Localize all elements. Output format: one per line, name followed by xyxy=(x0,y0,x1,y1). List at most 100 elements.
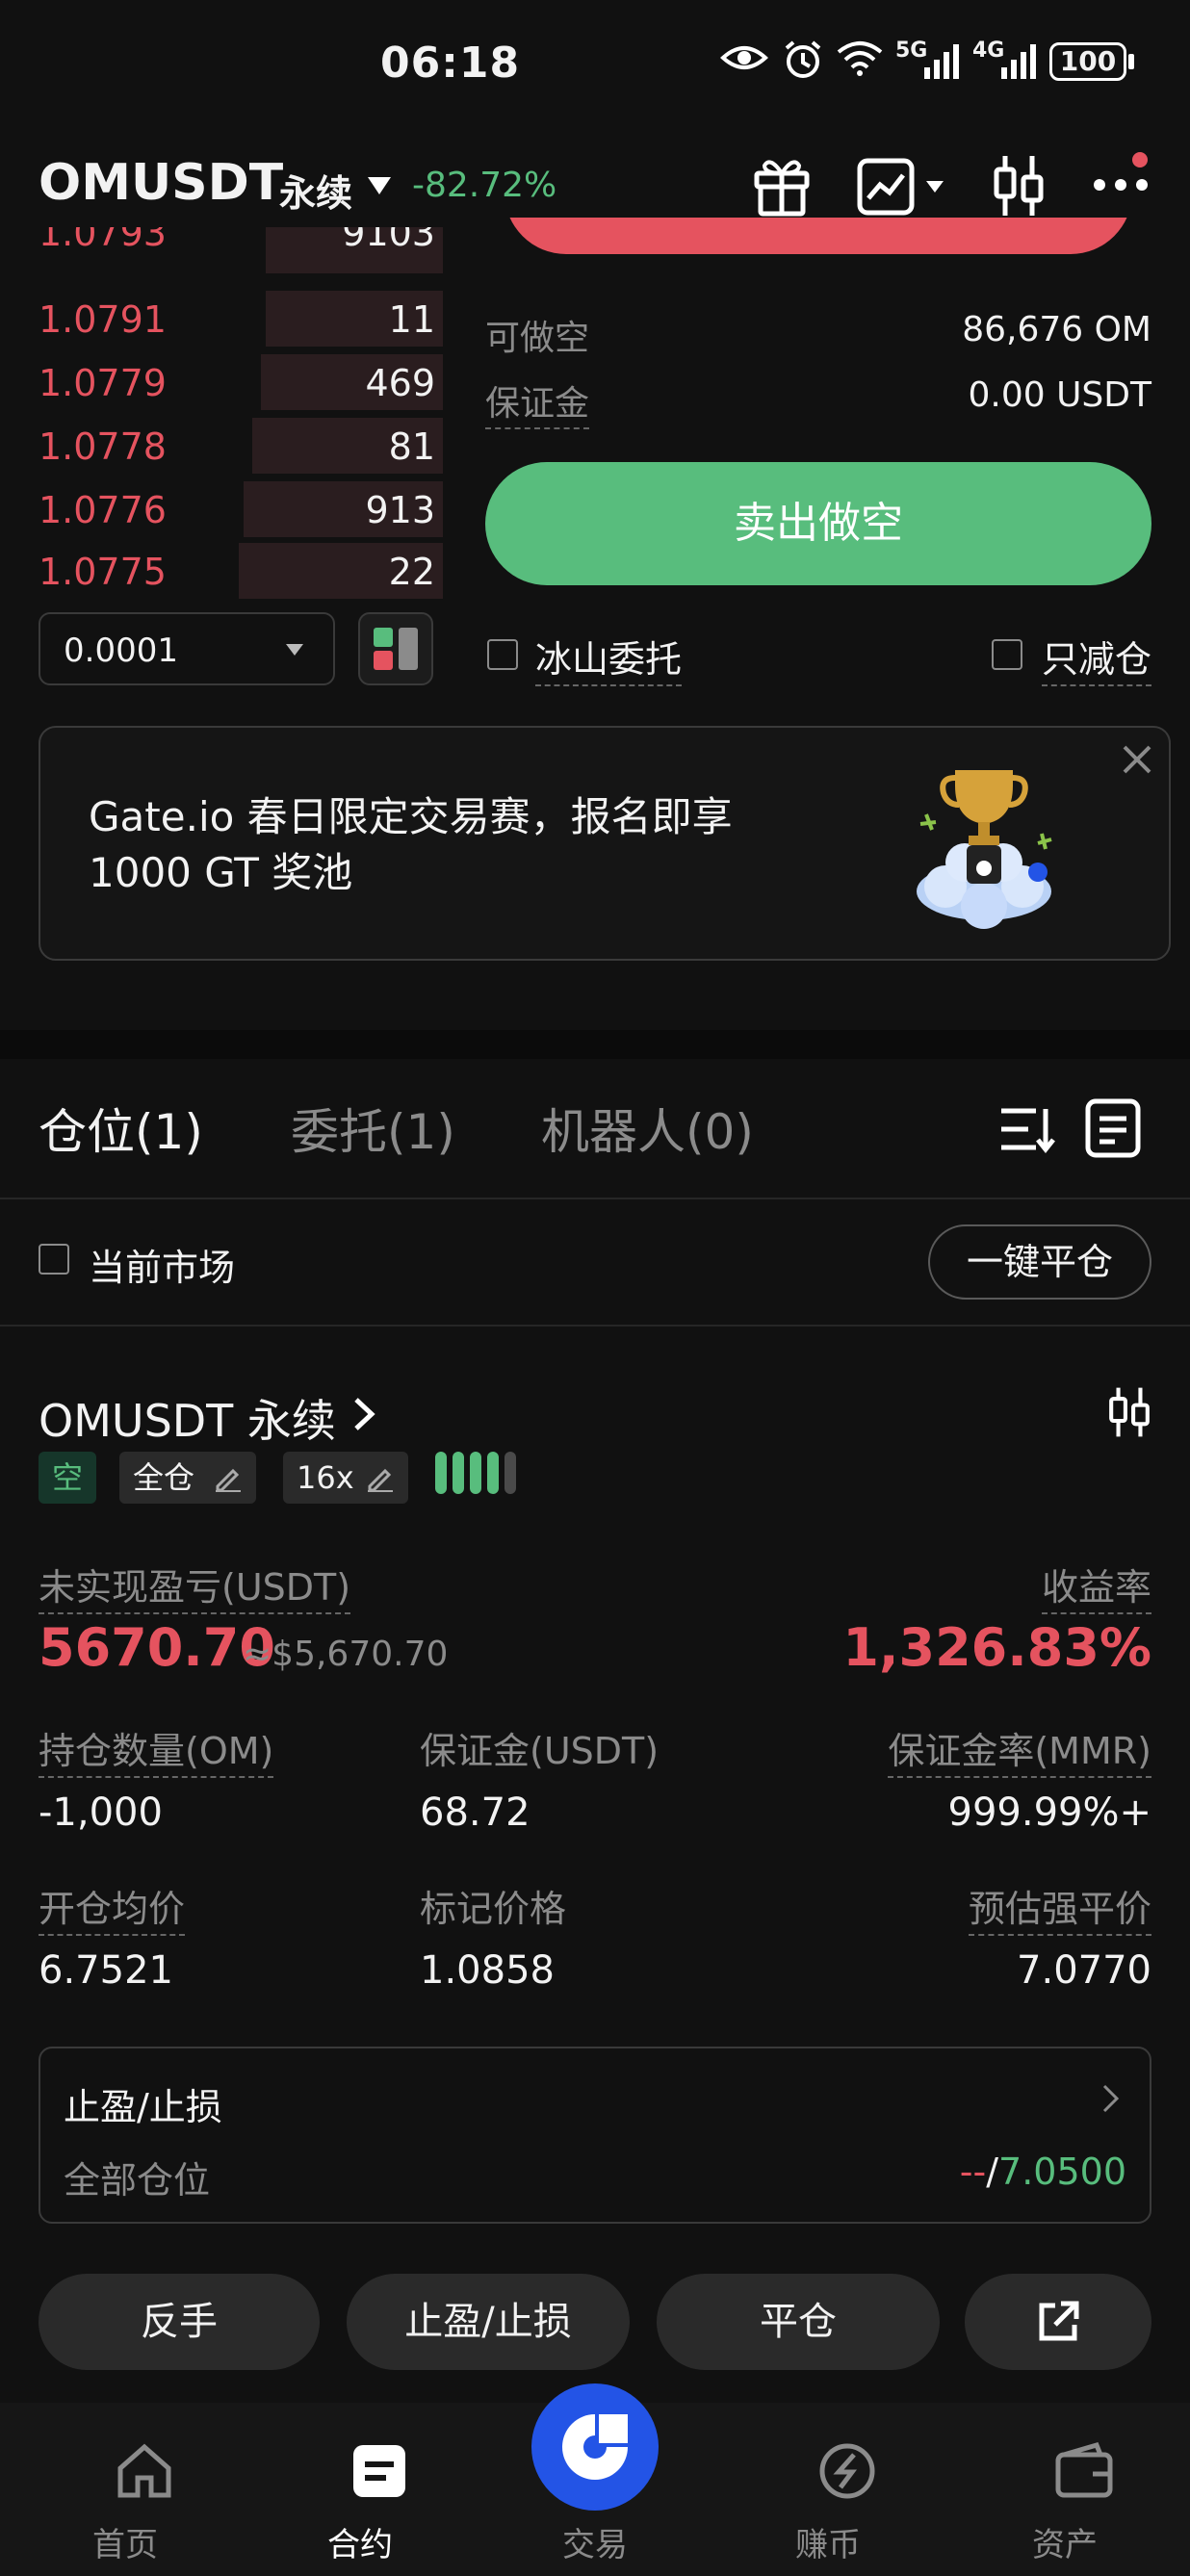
margin-mode-badge[interactable]: 全仓 xyxy=(119,1452,256,1504)
position-title[interactable]: OMUSDT 永续 xyxy=(39,1386,336,1450)
risk-level-bar xyxy=(487,1452,499,1494)
entry-price-value: 6.7521 xyxy=(39,1948,173,1993)
section-divider xyxy=(0,1030,1190,1059)
ask-price: 1.0791 xyxy=(39,298,167,341)
can-short-value: 86,676 OM xyxy=(962,310,1151,349)
price-change: -82.72% xyxy=(412,166,557,205)
ask-qty: 9103 xyxy=(342,227,435,254)
caret-down-icon[interactable] xyxy=(366,175,393,196)
reduce-only-checkbox[interactable] xyxy=(992,639,1022,670)
ask-price: 1.0779 xyxy=(39,362,167,404)
ask-price: 1.0775 xyxy=(39,551,167,593)
chevron-right-icon[interactable] xyxy=(352,1396,377,1432)
tab-orders[interactable]: 委托(1) xyxy=(291,1094,455,1163)
margin-mode-label: 全仓 xyxy=(133,1459,195,1496)
close-all-button[interactable]: 一键平仓 xyxy=(928,1224,1151,1300)
liq-price-value: 7.0770 xyxy=(1017,1948,1151,1993)
orderbook-row[interactable]: 1.0775 22 xyxy=(0,539,443,603)
edit-icon xyxy=(366,1463,395,1492)
promo-banner[interactable]: Gate.io 春日限定交易赛，报名即享 1000 GT 奖池 xyxy=(39,726,1171,961)
tpsl-sep: / xyxy=(986,2151,999,2193)
risk-level-bar xyxy=(435,1452,447,1494)
precision-value: 0.0001 xyxy=(64,631,178,670)
tpsl-sl: 7.0500 xyxy=(998,2151,1126,2193)
can-short-label: 可做空 xyxy=(485,319,590,358)
nav-assets[interactable]: 资产 xyxy=(997,2441,1132,2564)
eye-icon xyxy=(720,39,768,77)
tab-positions[interactable]: 仓位(1) xyxy=(39,1094,203,1163)
leverage-badge[interactable]: 16x xyxy=(283,1452,408,1504)
earn-icon xyxy=(819,2443,874,2499)
nav-assets-label: 资产 xyxy=(1032,2526,1098,2564)
tpsl-button[interactable]: 止盈/止损 xyxy=(347,2274,630,2370)
orderbook-row[interactable]: 1.0776 913 xyxy=(0,477,443,541)
nav-trade[interactable] xyxy=(531,2383,659,2511)
share-button[interactable] xyxy=(965,2274,1151,2370)
short-button-edge xyxy=(485,218,1151,266)
nav-home-label: 首页 xyxy=(92,2526,158,2564)
filter-divider xyxy=(0,1325,1190,1327)
nav-futures-label: 合约 xyxy=(327,2526,393,2564)
orderbook-row[interactable]: 1.0778 81 xyxy=(0,414,443,477)
reverse-button[interactable]: 反手 xyxy=(39,2274,320,2370)
ask-price: 1.0778 xyxy=(39,425,167,468)
current-market-label[interactable]: 当前市场 xyxy=(89,1238,235,1291)
iceberg-checkbox[interactable] xyxy=(487,639,518,670)
orderbook-row[interactable]: 1.0779 469 xyxy=(0,350,443,414)
risk-level-bar xyxy=(504,1452,516,1494)
alarm-icon xyxy=(782,39,824,81)
size-value: -1,000 xyxy=(39,1790,163,1835)
ask-price: 1.0793 xyxy=(39,227,167,254)
tpsl-tp: -- xyxy=(959,2151,987,2193)
nav-home[interactable]: 首页 xyxy=(58,2441,193,2564)
position-margin-label: 保证金(USDT) xyxy=(420,1730,660,1772)
sell-short-button[interactable]: 卖出做空 xyxy=(485,462,1151,585)
nav-futures[interactable]: 合约 xyxy=(293,2441,427,2564)
tabs-divider xyxy=(0,1198,1190,1199)
ask-qty: 11 xyxy=(388,298,435,341)
reduce-only-label[interactable]: 只减仓 xyxy=(1042,630,1152,686)
ask-qty: 81 xyxy=(388,425,435,468)
more-menu-icon[interactable] xyxy=(1092,175,1150,194)
risk-level-bar xyxy=(470,1452,481,1494)
edit-icon xyxy=(214,1463,243,1492)
orderbook-row[interactable]: 1.0791 11 xyxy=(0,287,443,350)
current-market-checkbox[interactable] xyxy=(39,1244,69,1275)
banner-line-1: Gate.io 春日限定交易赛，报名即享 xyxy=(89,793,733,840)
tpsl-values: --/7.0500 xyxy=(960,2151,1126,2193)
orderbook-row[interactable]: 1.0793 9103 xyxy=(0,227,443,275)
notification-dot xyxy=(1132,152,1148,167)
roe-label: 收益率 xyxy=(1041,1558,1151,1614)
ask-price: 1.0776 xyxy=(39,489,167,531)
nav-earn[interactable]: 赚币 xyxy=(761,2441,895,2564)
ask-qty: 913 xyxy=(365,489,435,531)
contract-type[interactable]: 永续 xyxy=(279,164,352,217)
unrealized-pnl-value: 5670.70 xyxy=(39,1617,275,1678)
history-icon[interactable] xyxy=(1084,1097,1142,1159)
liq-price-label: 预估强平价 xyxy=(968,1879,1151,1936)
tab-bots[interactable]: 机器人(0) xyxy=(541,1094,754,1163)
status-time: 06:18 xyxy=(380,39,521,88)
ask-qty: 22 xyxy=(388,551,435,593)
precision-select[interactable]: 0.0001 xyxy=(39,612,335,685)
banner-text: Gate.io 春日限定交易赛，报名即享 1000 GT 奖池 xyxy=(89,789,859,901)
mmr-label: 保证金率(MMR) xyxy=(888,1721,1151,1778)
sort-icon[interactable] xyxy=(997,1103,1055,1155)
book-layout-button[interactable] xyxy=(358,612,433,685)
close-position-button[interactable]: 平仓 xyxy=(657,2274,940,2370)
gift-icon[interactable] xyxy=(751,154,813,218)
wallet-icon xyxy=(1055,2441,1112,2498)
mark-price-value: 1.0858 xyxy=(420,1948,555,1993)
tpsl-box[interactable]: 止盈/止损 全部仓位 --/7.0500 xyxy=(39,2047,1151,2224)
nav-earn-label: 赚币 xyxy=(795,2526,861,2564)
candlestick-icon[interactable] xyxy=(992,154,1046,218)
chevron-right-icon xyxy=(1101,2083,1121,2114)
home-icon xyxy=(117,2443,170,2498)
close-icon[interactable] xyxy=(1121,743,1153,776)
candlestick-icon[interactable] xyxy=(1107,1386,1151,1438)
pair-symbol[interactable]: OMUSDT xyxy=(39,154,283,212)
futures-icon xyxy=(352,2445,405,2497)
iceberg-label[interactable]: 冰山委托 xyxy=(535,630,683,686)
unrealized-pnl-usd: ≈$5,670.70 xyxy=(243,1635,449,1674)
chart-icon[interactable] xyxy=(857,158,949,216)
